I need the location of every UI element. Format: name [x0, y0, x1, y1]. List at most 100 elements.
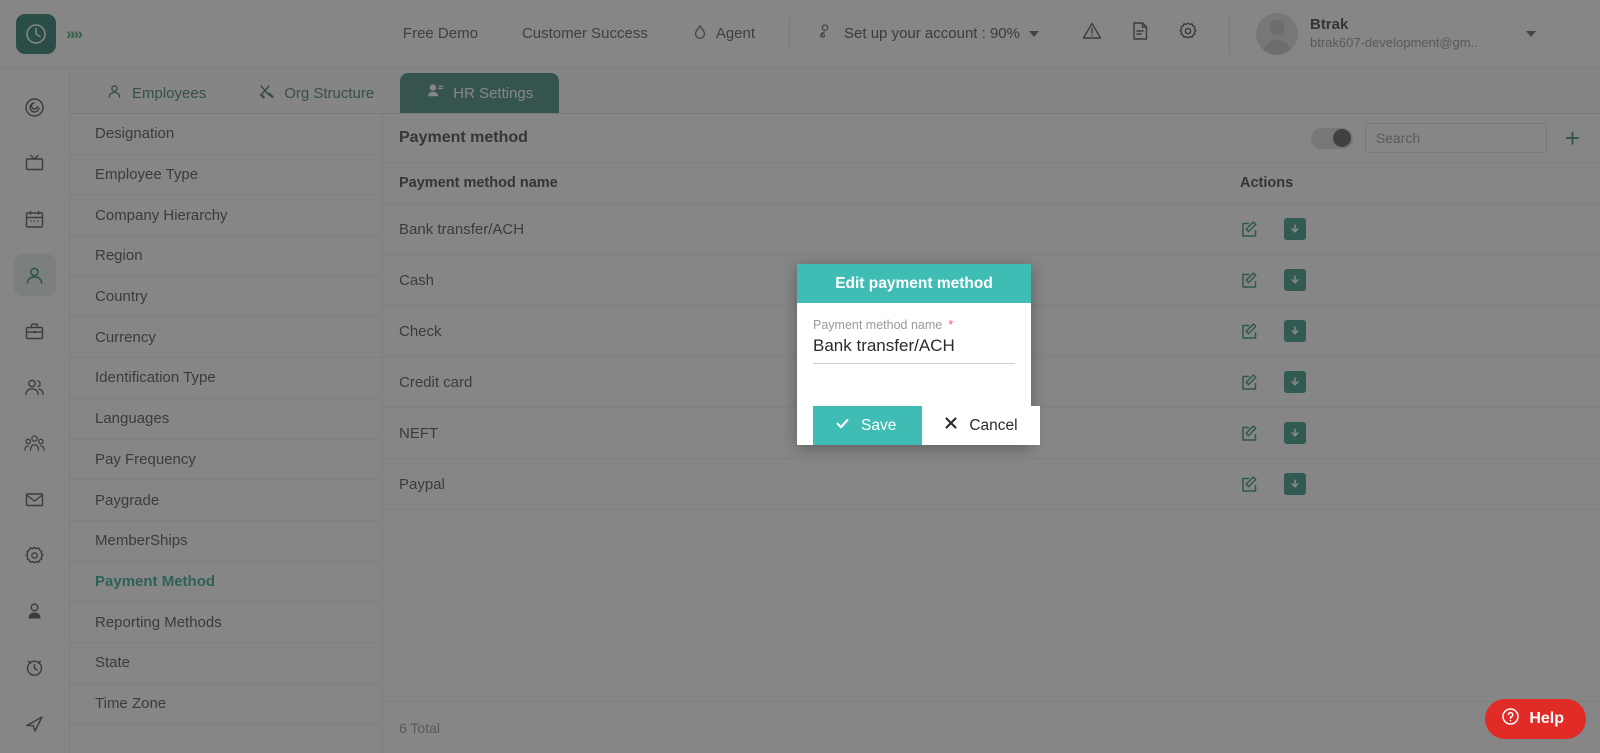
tab-org-structure-label: Org Structure [284, 84, 375, 102]
hr-settings-list[interactable]: Designation Employee Type Company Hierar… [70, 114, 383, 753]
required-asterisk: * [948, 317, 954, 332]
add-payment-method-button[interactable]: + [1559, 125, 1586, 151]
group-people-icon[interactable] [14, 422, 56, 464]
cell-payment-method-name: Paypal [399, 475, 445, 493]
nav-free-demo[interactable]: Free Demo [381, 17, 500, 50]
table-header-row: Payment method name Actions [383, 162, 1600, 204]
user-menu[interactable]: Btrak btrak607-development@gm.. [1228, 12, 1536, 55]
nav-agent[interactable]: Agent [670, 16, 777, 52]
settings-item-country[interactable]: Country [70, 277, 382, 318]
mail-icon[interactable] [14, 478, 56, 520]
tab-org-structure[interactable]: Org Structure [232, 73, 400, 113]
account-setup-label: Set up your account : 90% [844, 25, 1020, 42]
download-icon[interactable] [1284, 269, 1306, 291]
view-toggle[interactable] [1310, 127, 1353, 149]
nav-agent-label: Agent [715, 25, 756, 42]
tab-employees-label: Employees [132, 84, 207, 102]
settings-item-time-zone[interactable]: Time Zone [70, 684, 382, 725]
target-icon[interactable] [14, 86, 56, 128]
header-divider-1 [789, 16, 791, 51]
send-icon[interactable] [14, 702, 56, 744]
user-circle-icon[interactable] [14, 590, 56, 632]
download-icon[interactable] [1284, 422, 1306, 444]
cell-actions [1240, 269, 1600, 291]
settings-item-employee-type[interactable]: Employee Type [70, 155, 382, 196]
header-icon-group [1081, 20, 1199, 47]
cancel-button[interactable]: Cancel [922, 406, 1040, 445]
double-chevron-right-icon[interactable]: »» [66, 24, 83, 44]
briefcase-icon[interactable] [14, 310, 56, 352]
settings-item-languages[interactable]: Languages [70, 399, 382, 440]
column-header-name: Payment method name [399, 175, 558, 191]
chevron-down-icon[interactable] [1525, 30, 1536, 37]
edit-icon[interactable] [1240, 424, 1259, 443]
payment-method-name-input[interactable] [813, 332, 1015, 364]
modal-actions: Save Cancel [813, 406, 1040, 445]
field-label-text: Payment method name [813, 318, 943, 332]
gear-icon[interactable] [14, 534, 56, 576]
settings-item-designation[interactable]: Designation [70, 114, 382, 155]
content-header-actions: + [1310, 123, 1586, 153]
cell-payment-method-name: Bank transfer/ACH [399, 220, 525, 238]
table-row[interactable]: Bank transfer/ACH [383, 204, 1600, 255]
check-icon [835, 416, 850, 436]
search-box[interactable] [1364, 123, 1547, 153]
two-people-icon[interactable] [14, 366, 56, 408]
alarm-clock-icon[interactable] [14, 646, 56, 688]
settings-item-payment-method[interactable]: Payment Method [70, 562, 382, 603]
monitor-icon[interactable] [14, 142, 56, 184]
settings-item-state[interactable]: State [70, 643, 382, 684]
download-icon[interactable] [1284, 320, 1306, 342]
cell-actions [1240, 218, 1600, 240]
search-input[interactable] [1375, 130, 1536, 146]
person-icon [106, 83, 123, 104]
modal-title: Edit payment method [797, 264, 1031, 303]
left-icon-rail [0, 68, 70, 753]
user-info: Btrak btrak607-development@gm.. [1310, 15, 1478, 51]
person-icon[interactable] [13, 254, 56, 296]
download-icon[interactable] [1284, 473, 1306, 495]
tab-hr-settings[interactable]: HR Settings [400, 73, 560, 113]
user-name: Btrak [1309, 16, 1349, 34]
document-icon[interactable] [1129, 20, 1151, 47]
page-title: Payment method [399, 129, 528, 146]
download-icon[interactable] [1284, 371, 1306, 393]
settings-item-memberships[interactable]: MemberShips [70, 521, 382, 562]
download-icon[interactable] [1284, 218, 1306, 240]
main-tabs: Employees Org Structure HR Settings [70, 68, 1600, 114]
save-button[interactable]: Save [813, 406, 923, 445]
cell-actions [1240, 320, 1600, 342]
cell-actions [1240, 473, 1600, 495]
help-label: Help [1529, 710, 1564, 727]
settings-item-region[interactable]: Region [70, 236, 382, 277]
tab-employees[interactable]: Employees [80, 73, 232, 113]
save-label: Save [861, 416, 897, 434]
edit-icon[interactable] [1240, 373, 1259, 392]
settings-item-pay-frequency[interactable]: Pay Frequency [70, 440, 382, 481]
table-row[interactable]: Paypal [383, 459, 1600, 510]
top-header: »» Free Demo Customer Success Agent Set … [0, 0, 1600, 68]
app-logo[interactable] [16, 13, 56, 54]
payment-method-name-label: Payment method name * [813, 318, 1015, 332]
settings-item-currency[interactable]: Currency [70, 317, 382, 359]
settings-item-company-hierarchy[interactable]: Company Hierarchy [70, 195, 382, 237]
help-button[interactable]: Help [1485, 699, 1586, 739]
nav-customer-success[interactable]: Customer Success [500, 17, 670, 50]
settings-item-paygrade[interactable]: Paygrade [70, 480, 382, 521]
calendar-icon[interactable] [14, 198, 56, 240]
user-email: btrak607-development@gm.. [1309, 34, 1478, 50]
settings-item-reporting-methods[interactable]: Reporting Methods [70, 602, 382, 643]
edit-icon[interactable] [1240, 220, 1259, 239]
gear-icon[interactable] [1177, 20, 1199, 47]
settings-item-identification-type[interactable]: Identification Type [70, 358, 382, 399]
close-icon [944, 416, 958, 435]
person-settings-icon [818, 23, 835, 44]
table-footer: 6 Total [383, 701, 1600, 753]
edit-icon[interactable] [1240, 271, 1259, 290]
avatar [1255, 12, 1298, 55]
edit-icon[interactable] [1240, 475, 1259, 494]
edit-icon[interactable] [1240, 322, 1259, 341]
account-setup-dropdown[interactable]: Set up your account : 90% [802, 15, 1055, 52]
cell-actions [1240, 371, 1600, 393]
warning-triangle-icon[interactable] [1081, 20, 1103, 47]
